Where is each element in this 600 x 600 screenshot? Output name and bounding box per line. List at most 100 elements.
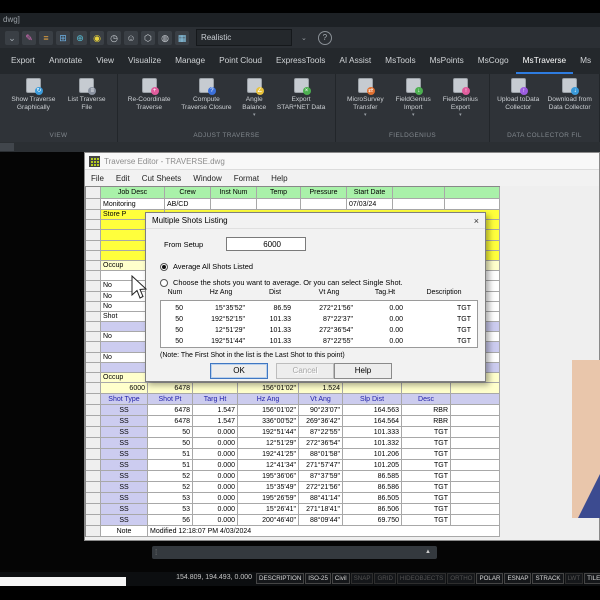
annotate-tool-icon[interactable]: ≡	[39, 30, 53, 45]
table-cell[interactable]	[445, 199, 500, 210]
tab-mstools[interactable]: MsTools	[378, 48, 422, 74]
table-cell[interactable]: 51	[148, 460, 193, 472]
table-cell[interactable]: 15°35'49"	[238, 482, 299, 494]
tab-manage[interactable]: Manage	[168, 48, 212, 74]
table-cell[interactable]: 1.524	[299, 383, 343, 395]
radio-average-all[interactable]: Average All Shots Listed	[160, 262, 253, 271]
table-cell[interactable]	[211, 199, 257, 210]
table-cell[interactable]: 336°00'52"	[238, 416, 299, 428]
table-cell[interactable]	[86, 416, 101, 428]
menu-cut-sheets[interactable]: Cut Sheets	[142, 174, 182, 183]
menu-edit[interactable]: Edit	[116, 174, 130, 183]
table-cell[interactable]: SS	[101, 515, 148, 527]
ok-button[interactable]: OK	[210, 363, 268, 379]
table-cell[interactable]: 15°26'41"	[238, 504, 299, 516]
table-cell[interactable]: 52	[148, 482, 193, 494]
tab-annotate[interactable]: Annotate	[42, 48, 89, 74]
table-cell[interactable]: TGT	[402, 449, 451, 461]
menu-help[interactable]: Help	[271, 174, 287, 183]
table-cell[interactable]: 101.332	[343, 438, 402, 450]
table-cell[interactable]: 101.333	[343, 427, 402, 439]
table-cell[interactable]: 0.000	[193, 482, 238, 494]
table-cell[interactable]: 52	[148, 471, 193, 483]
table-cell[interactable]	[86, 438, 101, 450]
tab-mscogo[interactable]: MsCogo	[471, 48, 516, 74]
table-cell[interactable]	[86, 342, 101, 353]
table-cell[interactable]	[86, 250, 101, 261]
table-cell[interactable]: Monitoring	[101, 199, 165, 210]
table-cell[interactable]	[86, 373, 101, 384]
table-cell[interactable]: 0.000	[193, 449, 238, 461]
tab-mspoints[interactable]: MsPoints	[423, 48, 471, 74]
table-cell[interactable]: TGT	[402, 493, 451, 505]
table-cell[interactable]	[86, 471, 101, 483]
table-cell[interactable]: 88°41'14"	[299, 493, 343, 505]
table-cell[interactable]: 12°51'29"	[238, 438, 299, 450]
menu-file[interactable]: File	[91, 174, 104, 183]
table-cell[interactable]: 86.585	[343, 471, 402, 483]
table-cell[interactable]: 0.000	[193, 427, 238, 439]
table-cell[interactable]	[451, 482, 500, 494]
table-cell[interactable]: 0.000	[193, 460, 238, 472]
docked-toolbar-handle[interactable]	[0, 143, 14, 151]
chevron-down-icon[interactable]: ⌄	[301, 34, 307, 42]
table-cell[interactable]: 272°21'56"	[299, 482, 343, 494]
ribbon-button-re-coordinate-traverse[interactable]: + Re-Coordinate Traverse	[127, 78, 172, 130]
table-cell[interactable]: 156°01'02"	[238, 383, 299, 395]
table-cell[interactable]: 69.750	[343, 515, 402, 527]
status-toggle-esnap[interactable]: ESNAP	[504, 573, 532, 584]
collapse-arrow-icon[interactable]: ▲	[425, 549, 431, 556]
table-cell[interactable]	[86, 199, 101, 210]
table-cell[interactable]	[193, 383, 238, 395]
table-cell[interactable]	[451, 405, 500, 417]
table-cell[interactable]	[86, 281, 101, 292]
table-cell[interactable]	[451, 504, 500, 516]
table-cell[interactable]: 88°09'44"	[299, 515, 343, 527]
table-cell[interactable]	[86, 230, 101, 241]
table-cell[interactable]: 0.000	[193, 471, 238, 483]
dialog-titlebar[interactable]: Multiple Shots Listing ×	[146, 213, 485, 229]
table-cell[interactable]	[86, 240, 101, 251]
table-cell[interactable]: 6478	[148, 383, 193, 395]
table-cell[interactable]: 195°36'06"	[238, 471, 299, 483]
table-cell[interactable]: TGT	[402, 471, 451, 483]
table-cell[interactable]: TGT	[402, 460, 451, 472]
status-toggle-hideobjects[interactable]: HIDEOBJECTS	[396, 573, 447, 584]
ribbon-button-fieldgenius-import[interactable]: ↓ FieldGenius Import ▾	[395, 78, 432, 130]
tab-ai-assist[interactable]: AI Assist	[332, 48, 378, 74]
ribbon-button-list-traverse-file[interactable]: ≡ List Traverse File	[67, 78, 107, 130]
table-cell[interactable]: 56	[148, 515, 193, 527]
visual-style-combo[interactable]: Realistic	[196, 29, 292, 46]
table-cell[interactable]	[86, 405, 101, 417]
menu-format[interactable]: Format	[234, 174, 259, 183]
table-cell[interactable]	[86, 504, 101, 516]
table-cell[interactable]: RBR	[402, 405, 451, 417]
table-cell[interactable]: 164.563	[343, 405, 402, 417]
table-cell[interactable]	[86, 220, 101, 231]
menu-window[interactable]: Window	[193, 174, 221, 183]
table-cell[interactable]: 6000	[101, 383, 148, 395]
table-cell[interactable]: Note	[101, 526, 148, 538]
cube-icon[interactable]: ⬡	[141, 30, 155, 45]
table-cell[interactable]: 200°46'40"	[238, 515, 299, 527]
table-cell[interactable]: RBR	[402, 416, 451, 428]
table-cell[interactable]: 1.547	[193, 416, 238, 428]
shots-listbox[interactable]: 50 15°35'52" 86.59 272°21'56" 0.00 TGT 50 192°5…	[160, 300, 478, 348]
table-cell[interactable]: TGT	[402, 504, 451, 516]
status-toggle-tile[interactable]: TILE	[584, 573, 600, 584]
clock-icon[interactable]: ◷	[107, 30, 121, 45]
tab-visualize[interactable]: Visualize	[121, 48, 168, 74]
table-cell[interactable]	[86, 210, 101, 221]
table-cell[interactable]	[451, 449, 500, 461]
tab-export[interactable]: Export	[4, 48, 42, 74]
table-cell[interactable]: 101.206	[343, 449, 402, 461]
table-cell[interactable]	[86, 301, 101, 312]
table-cell[interactable]: 0.000	[193, 493, 238, 505]
table-cell[interactable]	[393, 199, 445, 210]
table-cell[interactable]: 86.506	[343, 504, 402, 516]
chevron-down-icon[interactable]: ⌄	[5, 30, 19, 45]
table-cell[interactable]: Modified 12:18:07 PM 4/03/2024	[148, 526, 500, 538]
tab-view[interactable]: View	[89, 48, 121, 74]
grid-tool-icon[interactable]: ⊞	[56, 30, 70, 45]
table-cell[interactable]: 86.586	[343, 482, 402, 494]
